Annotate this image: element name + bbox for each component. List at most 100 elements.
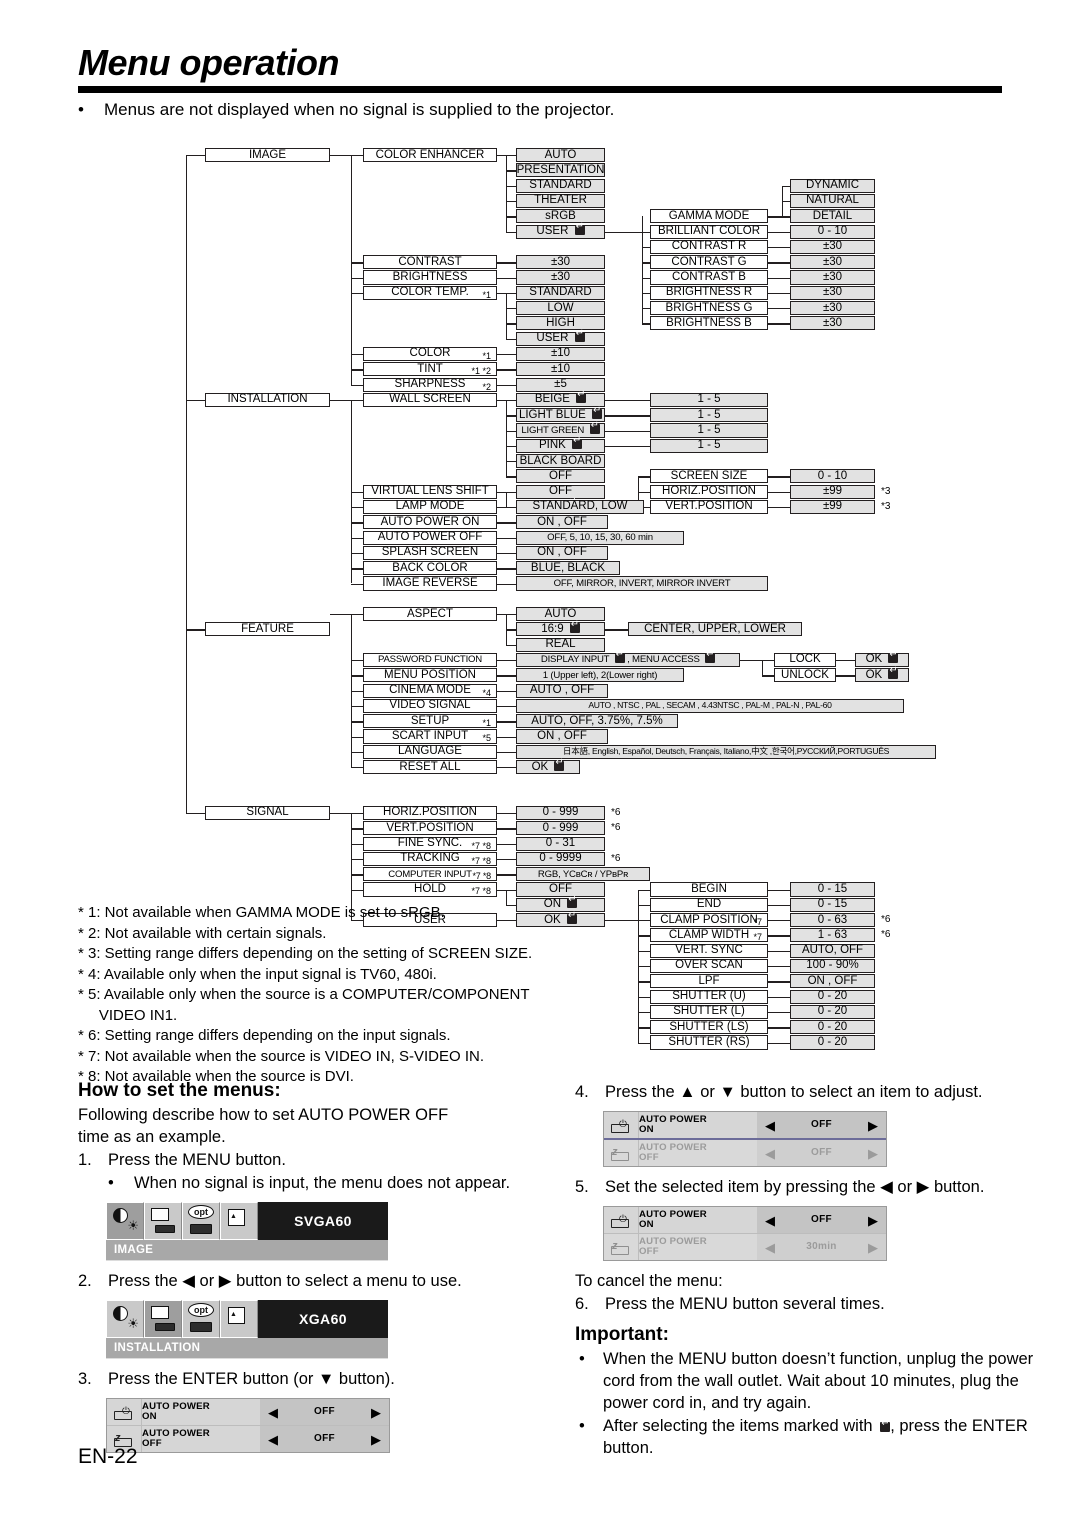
image-icon[interactable] [106, 1300, 144, 1338]
tree-node-label: NATURAL [806, 194, 859, 207]
step-5-number: 5. [575, 1178, 589, 1196]
arrow-left-icon[interactable]: ◀ [268, 1406, 278, 1419]
tree-connector [605, 629, 628, 631]
installation-icon[interactable] [144, 1202, 182, 1240]
tree-connector [768, 476, 790, 478]
tree-value: OFF [516, 484, 605, 499]
adjust-row-value-control[interactable]: ◀ OFF ▶ [757, 1112, 886, 1138]
tree-connector [768, 1011, 790, 1014]
tree-connector [638, 1027, 650, 1029]
tree-connector [642, 262, 650, 264]
tree-node-label: SHARPNESS [394, 378, 466, 391]
tree-footnote-ref: *6 [611, 852, 621, 864]
tree-value: ON , OFF [790, 974, 875, 989]
footnote-5: * 5: Available only when the source is a… [78, 986, 530, 1024]
adjust-row-value-control[interactable]: ◀ OFF ▶ [260, 1399, 389, 1425]
adjust-row[interactable]: AUTO POWERON ◀ OFF ▶ [107, 1399, 389, 1426]
sub-bullet-glyph: • [108, 1174, 114, 1192]
tree-value: HIGH [516, 316, 605, 331]
signal-icon[interactable] [220, 1202, 258, 1240]
adjust-row[interactable]: AUTO POWERON ◀ OFF ▶ [604, 1207, 886, 1234]
arrow-left-icon[interactable]: ◀ [765, 1241, 775, 1254]
arrow-left-icon[interactable]: ◀ [268, 1433, 278, 1446]
tree-connector [740, 660, 762, 662]
adjust-row-value-control[interactable]: ◀ 30min ▶ [757, 1234, 886, 1260]
tree-value: OFF, MIRROR, INVERT, MIRROR INVERT [516, 576, 768, 591]
tree-connector [768, 231, 790, 233]
tree-node-footnote-ref: *5 [482, 733, 491, 744]
tree-value: LOW [516, 301, 605, 316]
tree-connector [506, 216, 516, 218]
osd-menu-bar-2[interactable]: XGA60 INSTALLATION [106, 1300, 388, 1359]
installation-icon[interactable] [144, 1300, 182, 1338]
arrow-right-icon[interactable]: ▶ [371, 1406, 381, 1419]
tree-connector [768, 966, 790, 968]
menu-tree-diagram: IMAGE INSTALLATION FEATURE SIGNAL COLOR ENHA… [0, 0, 1080, 1060]
tree-value: ±30 [790, 316, 875, 331]
tree-node-label: DETAIL [812, 209, 853, 222]
tree-node-label: SCREEN SIZE [670, 469, 748, 482]
osd-menu-bar-1[interactable]: SVGA60 IMAGE [106, 1202, 388, 1261]
adjust-panel-3[interactable]: AUTO POWERON◀OFF▶AUTO POWEROFF◀OFF▶ [106, 1398, 390, 1453]
osd-1-icon-bar[interactable]: SVGA60 [106, 1202, 388, 1240]
tree-item-cinema-mode: CINEMA MODE *4 [363, 683, 497, 698]
tree-value: 0 - 20 [790, 1035, 875, 1050]
tree-connector [642, 246, 650, 249]
adjust-row[interactable]: AUTO POWEROFF ◀ OFF ▶ [604, 1140, 886, 1166]
tree-node-label: VIDEO SIGNAL [389, 699, 471, 712]
arrow-left-icon[interactable]: ◀ [765, 1214, 775, 1227]
adjust-row[interactable]: AUTO POWEROFF ◀ OFF ▶ [107, 1426, 389, 1452]
adjust-row-value-control[interactable]: ◀ OFF ▶ [757, 1207, 886, 1233]
arrow-right-icon[interactable]: ▶ [868, 1241, 878, 1254]
enter-symbol-icon [614, 649, 625, 664]
tree-node-label: AUTO POWER OFF [377, 531, 483, 544]
osd-2-icon-bar[interactable]: XGA60 [106, 1300, 388, 1338]
tree-connector [351, 292, 363, 295]
tree-item-wall-screen: WALL SCREEN [363, 392, 497, 407]
image-icon[interactable] [106, 1202, 144, 1240]
tree-item-clamp-width: CLAMP WIDTH *7 [650, 928, 768, 943]
tree-item-scart-input: SCART INPUT *5 [363, 729, 497, 744]
adjust-row-value-control[interactable]: ◀ OFF ▶ [757, 1140, 886, 1166]
arrow-left-icon[interactable]: ◀ [765, 1147, 775, 1160]
tree-value: AUTO , NTSC , PAL , SECAM , 4.43NTSC , P… [516, 698, 904, 713]
tree-item-begin: BEGIN [650, 882, 768, 897]
feature-icon[interactable] [182, 1300, 220, 1338]
tree-connector [351, 675, 363, 677]
tree-node-label: HORIZ.POSITION [662, 485, 756, 498]
arrow-right-icon[interactable]: ▶ [868, 1119, 878, 1132]
arrow-right-icon[interactable]: ▶ [371, 1433, 381, 1446]
tree-connector [497, 721, 516, 723]
adjust-row[interactable]: AUTO POWERON ◀ OFF ▶ [604, 1112, 886, 1140]
tree-node-label: BLACK BOARD [519, 454, 602, 467]
feature-icon[interactable] [182, 1202, 220, 1240]
tree-node-label: AUTO, OFF, 3.75%, 7.5% [531, 714, 663, 727]
tree-connector [186, 629, 205, 631]
tree-value: PRESENTATION [516, 163, 605, 178]
tree-connector [768, 491, 790, 494]
signal-icon[interactable] [220, 1300, 258, 1338]
tree-value: ±30 [790, 255, 875, 270]
footnote-6: * 6: Setting range differs depending on … [78, 1027, 451, 1044]
tree-connector [638, 1042, 650, 1044]
adjust-row-value-control[interactable]: ◀ OFF ▶ [260, 1426, 389, 1452]
adjust-row-label: AUTO POWER OFF [639, 1234, 757, 1260]
enter-symbol-icon [572, 435, 583, 450]
tree-node-label: AUTO POWER ON [380, 515, 480, 528]
adjust-panel-4[interactable]: AUTO POWERON◀OFF▶AUTO POWEROFF◀OFF▶ [603, 1111, 887, 1167]
adjust-panel-5[interactable]: AUTO POWERON◀OFF▶AUTO POWEROFF◀30min▶ [603, 1206, 887, 1261]
tree-node-label: USER [536, 328, 585, 345]
tree-item-fine-sync-: FINE SYNC. *7 *8 [363, 836, 497, 851]
tree-node-label: ±30 [822, 316, 843, 329]
tree-value: ±5 [516, 377, 605, 392]
arrow-right-icon[interactable]: ▶ [868, 1214, 878, 1227]
tree-connector [638, 966, 650, 968]
tree-value: CENTER, UPPER, LOWER [628, 622, 802, 637]
tree-connector [351, 399, 363, 402]
arrow-left-icon[interactable]: ◀ [765, 1119, 775, 1132]
adjust-row[interactable]: AUTO POWEROFF ◀ 30min ▶ [604, 1234, 886, 1260]
arrow-right-icon[interactable]: ▶ [868, 1147, 878, 1160]
step-5: 5. Set the selected item by pressing the… [575, 1176, 1035, 1198]
tree-node-label: ±10 [550, 362, 571, 375]
tree-value: OK [516, 757, 580, 775]
